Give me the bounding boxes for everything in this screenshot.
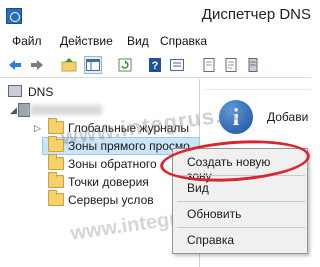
folder-icon [48,172,64,188]
ctx-refresh[interactable]: Обновить [173,203,307,225]
menu-file[interactable]: Файл [12,34,42,48]
ctx-separator [177,175,305,176]
up-folder-icon [61,58,77,72]
refresh-button[interactable] [116,56,134,74]
help-icon: ? [149,58,161,72]
server-button[interactable] [244,56,262,74]
folder-icon [48,136,64,152]
collapse-arrow-icon[interactable]: ◢ [10,105,18,115]
dns-app-icon [6,8,22,24]
menu-bar: Файл Действие Вид Справка [0,32,311,52]
ctx-separator [177,201,305,202]
new-record-button[interactable] [200,56,218,74]
ctx-view[interactable]: Вид [173,177,307,199]
tree-item-forward-zones[interactable]: Зоны прямого просмо [0,136,200,155]
tree-item-label: Точки доверия [68,175,149,189]
info-icon: i [219,100,253,134]
info-title: Добави [267,110,309,124]
properties-icon [170,59,184,71]
ctx-view-label: Вид [187,181,209,195]
forward-icon [31,60,43,70]
tree-item-conditional-forwarders[interactable]: Серверы услов [0,190,200,209]
help-button[interactable]: ? [146,56,164,74]
title-bar: Диспетчер DNS [0,0,311,32]
ctx-new-zone[interactable]: Создать новую зону... [173,151,307,183]
tree-server-node[interactable]: ◢ [0,101,200,119]
blurred-server-name [30,105,102,115]
refresh-icon [118,58,132,72]
dns-root-icon [8,85,22,97]
back-icon [9,60,21,70]
toolbar: ? [0,52,311,78]
folder-icon [48,118,64,134]
svg-text:?: ? [152,60,159,72]
new-record-icon [203,58,215,72]
show-hide-tree-button[interactable] [84,56,102,74]
tree-item-label: Серверы услов [68,193,154,207]
server-icon [248,58,258,72]
properties-button[interactable] [168,56,186,74]
ctx-refresh-label: Обновить [187,207,242,221]
show-hide-tree-icon [86,59,100,71]
tree-item-label: Глобальные журналы [68,121,190,135]
tree-item-global-logs[interactable]: ▷ Глобальные журналы [0,118,200,137]
folder-icon [48,190,64,206]
menu-help[interactable]: Справка [160,34,207,48]
info-panel: i Добави [205,89,311,153]
new-zone-icon [225,58,237,72]
up-button[interactable] [60,56,78,74]
menu-action[interactable]: Действие [60,34,113,48]
tree-item-trust-points[interactable]: Точки доверия [0,172,200,191]
menu-view[interactable]: Вид [127,34,149,48]
new-zone-button[interactable] [222,56,240,74]
folder-icon [48,154,64,170]
window-title: Диспетчер DNS [201,6,311,23]
tree-item-reverse-zones[interactable]: Зоны обратного [0,154,200,173]
tree-root-label: DNS [28,85,54,99]
context-menu: Создать новую зону... Вид Обновить Справ… [172,148,308,254]
tree-root-dns[interactable]: DNS [0,83,200,101]
back-button[interactable] [6,56,24,74]
server-icon [18,103,30,117]
tree-item-label: Зоны обратного [68,157,157,171]
expand-arrow-icon[interactable]: ▷ [34,123,42,133]
ctx-help[interactable]: Справка [173,229,307,251]
console-tree: DNS ◢ ▷ Глобальные журналы Зоны прямого … [0,79,200,267]
ctx-separator [177,227,305,228]
forward-button[interactable] [28,56,46,74]
ctx-help-label: Справка [187,233,235,247]
